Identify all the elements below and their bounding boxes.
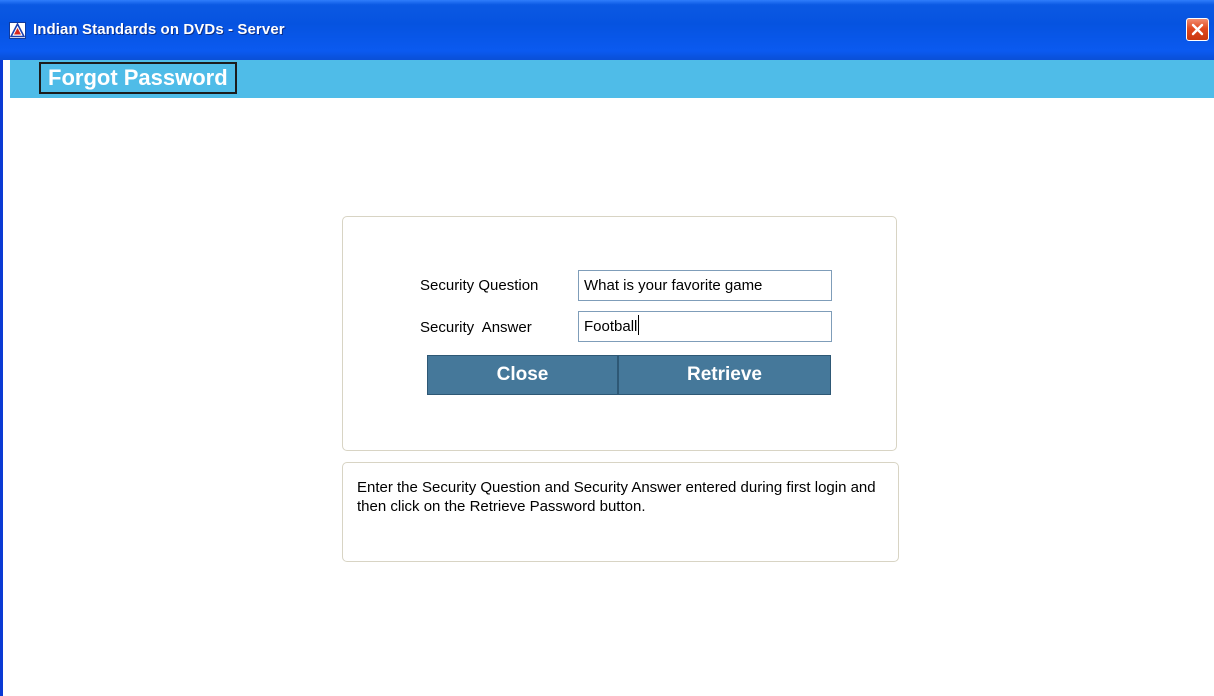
text-caret (638, 315, 640, 335)
retrieve-button[interactable]: Retrieve (618, 355, 831, 395)
forgot-password-form: Security Question What is your favorite … (342, 216, 897, 451)
app-window: Indian Standards on DVDs - Server Forgot… (0, 0, 1214, 696)
security-answer-value: Football (584, 318, 638, 335)
help-panel: Enter the Security Question and Security… (342, 462, 899, 562)
title-bar[interactable]: Indian Standards on DVDs - Server (0, 0, 1214, 60)
page-title: Forgot Password (39, 62, 237, 94)
security-question-field[interactable]: What is your favorite game (578, 270, 832, 301)
close-window-button[interactable] (1186, 18, 1209, 41)
bis-logo-icon (9, 22, 26, 39)
header-band: Forgot Password (10, 60, 1214, 98)
security-answer-label: Security Answer (420, 319, 532, 336)
close-button[interactable]: Close (427, 355, 618, 395)
help-text: Enter the Security Question and Security… (357, 479, 876, 515)
security-answer-field[interactable]: Football (578, 311, 832, 342)
window-left-border (0, 60, 10, 696)
close-icon (1191, 23, 1204, 36)
window-title: Indian Standards on DVDs - Server (33, 21, 285, 38)
security-question-label: Security Question (420, 277, 539, 294)
